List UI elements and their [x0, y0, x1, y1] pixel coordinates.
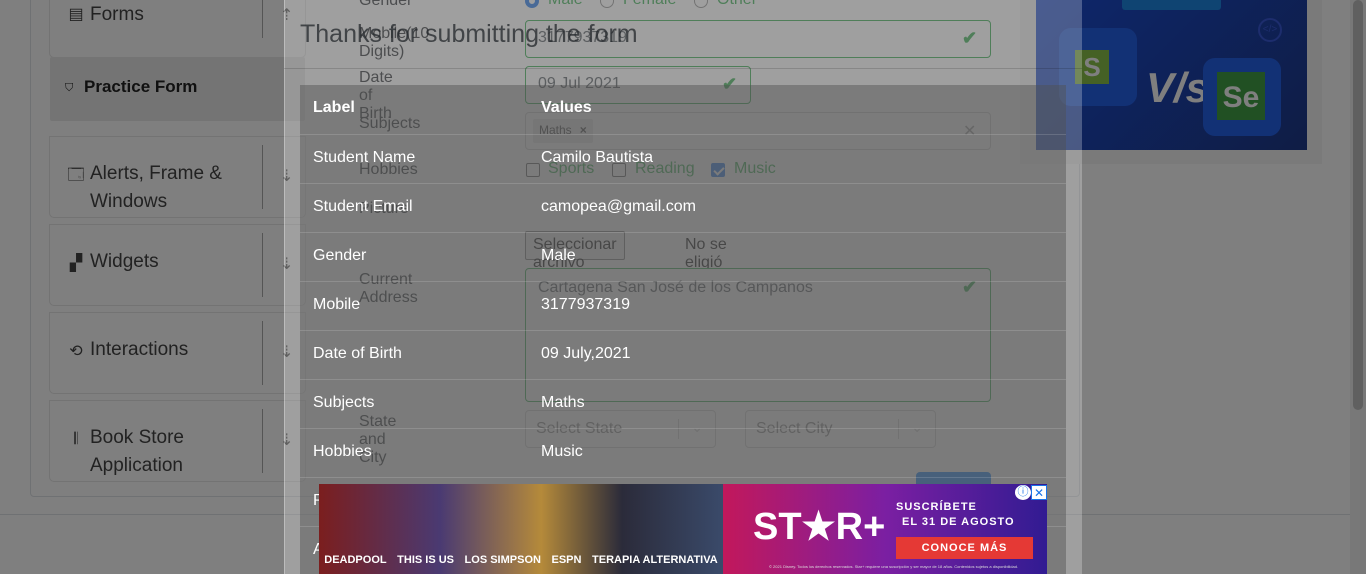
table-row: Mobile 3177937319 — [300, 281, 1066, 330]
table-row: Gender Male — [300, 232, 1066, 281]
table-row: Student Name Camilo Bautista — [300, 134, 1066, 183]
modal-header-divider — [284, 68, 1082, 69]
row-value: Male — [541, 247, 576, 264]
table-row: Subjects Maths — [300, 379, 1066, 428]
ad-fine-print: © 2021 Disney. Todos los derechos reserv… — [769, 564, 1019, 569]
row-label: Gender — [313, 247, 367, 264]
table-row: Date of Birth 09 July,2021 — [300, 330, 1066, 379]
ad-caption: THIS IS US — [397, 554, 454, 566]
row-value: Music — [541, 443, 583, 460]
ad-cta-button[interactable]: CONOCE MÁS — [896, 537, 1033, 559]
header-label: Label — [313, 99, 355, 116]
row-label: Date of Birth — [313, 345, 402, 362]
table-row: Student Email camopea@gmail.com — [300, 183, 1066, 232]
page: ▤ Forms ⇡ ⛉ Practice Form 🗔 Alerts, Fram… — [0, 0, 1366, 574]
row-label: Mobile — [313, 296, 361, 313]
row-label: Hobbies — [313, 443, 372, 460]
ad-close-icon[interactable]: ✕ — [1031, 485, 1047, 500]
row-value: camopea@gmail.com — [541, 198, 696, 215]
row-value: 09 July,2021 — [541, 345, 631, 362]
table-header-row: Label Values — [300, 85, 1066, 134]
row-value: 3177937319 — [541, 296, 630, 313]
ad-captions: DEADPOOL THIS IS US LOS SIMPSON ESPN TER… — [319, 554, 723, 574]
row-label: Subjects — [313, 394, 375, 411]
ad-caption: TERAPIA ALTERNATIVA — [592, 554, 718, 566]
ad-headline: SUSCRÍBETE — [896, 501, 977, 513]
ad-banner[interactable]: DEADPOOL THIS IS US LOS SIMPSON ESPN TER… — [319, 484, 1047, 574]
header-values: Values — [541, 99, 592, 116]
table-row: Hobbies Music — [300, 428, 1066, 477]
ad-caption: ESPN — [551, 554, 582, 566]
ad-caption: DEADPOOL — [324, 554, 387, 566]
row-value: Maths — [541, 394, 585, 411]
ad-info-icon[interactable]: ⓘ — [1015, 485, 1031, 500]
ad-subheadline: EL 31 DE AGOSTO — [902, 516, 1015, 528]
row-label: Student Name — [313, 149, 416, 166]
row-value: Camilo Bautista — [541, 149, 654, 166]
row-label: Student Email — [313, 198, 413, 215]
modal-title: Thanks for submitting the form — [300, 20, 638, 48]
star-plus-logo: ST★R+ — [753, 506, 886, 548]
ad-caption: LOS SIMPSON — [464, 554, 541, 566]
